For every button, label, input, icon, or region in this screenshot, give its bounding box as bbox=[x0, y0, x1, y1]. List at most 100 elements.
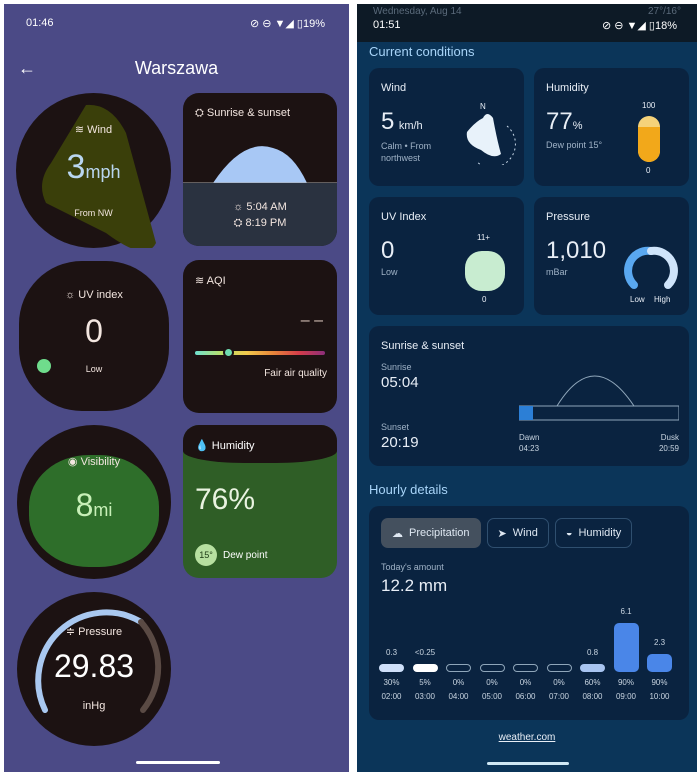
dawn: Dawn 04:23 bbox=[519, 432, 539, 454]
pressure-card[interactable]: Pressure 1,010 mBar Low High bbox=[534, 197, 689, 315]
wind-value: 3mph bbox=[16, 148, 171, 187]
precip-chance-label: 90% bbox=[651, 678, 668, 687]
sun-path-chart bbox=[519, 375, 679, 421]
aqi-indicator bbox=[223, 347, 234, 358]
precip-chance-label: 90% bbox=[617, 678, 634, 687]
sun-title: ⛭ Sunrise & sunset bbox=[195, 107, 290, 120]
aqi-tile[interactable]: ≋ AQI – – Fair air quality bbox=[183, 260, 337, 413]
humidity-title: 💧 Humidity bbox=[195, 439, 255, 452]
pressure-value: 1,010 bbox=[546, 237, 607, 264]
source-link[interactable]: weather.com bbox=[357, 732, 697, 743]
wind-desc: Calm • From northwest bbox=[381, 140, 431, 164]
uv-value: 0 bbox=[381, 237, 395, 264]
visibility-unit: mi bbox=[93, 500, 113, 520]
precip-bar bbox=[479, 664, 505, 672]
visibility-label: Visibility bbox=[80, 456, 121, 468]
uv-title: ☼ UV index bbox=[65, 289, 123, 301]
wind-icon: ≋ bbox=[74, 124, 88, 136]
humidity-tile[interactable]: 💧 Humidity 76% 15° Dew point bbox=[183, 425, 337, 578]
precip-amount-label: 0.3 bbox=[385, 648, 398, 657]
tab-label: Wind bbox=[512, 527, 538, 539]
dawn-time: 04:23 bbox=[519, 444, 540, 453]
hour-label: 03:00 bbox=[414, 692, 436, 701]
visibility-tile[interactable]: ◉ Visibility 8mi bbox=[17, 425, 171, 579]
hourly-card: ☁ Precipitation ➤ Wind ◒ Humidity Today's a… bbox=[369, 506, 689, 720]
visibility-number: 8 bbox=[75, 487, 94, 523]
hour-label: 04:00 bbox=[448, 692, 469, 701]
humidity-value: 77% bbox=[546, 108, 582, 136]
precip-bar bbox=[412, 664, 438, 672]
sunrise-time: 05:04 bbox=[381, 374, 419, 391]
pressure-low-label: Low bbox=[630, 295, 645, 304]
pressure-value: 29.83 bbox=[53, 648, 135, 684]
wind-speed: 3 bbox=[66, 148, 86, 186]
hourly-tabs: ☁ Precipitation ➤ Wind ◒ Humidity bbox=[381, 518, 633, 548]
precip-chance-label: 5% bbox=[419, 678, 431, 687]
home-indicator[interactable] bbox=[136, 761, 220, 764]
sunrise-sunset-card[interactable]: Sunrise & sunset Sunrise 05:04 Sunset 20… bbox=[369, 326, 689, 466]
pressure-title: ≑ Pressure bbox=[17, 625, 171, 638]
precip-chance-label: 30% bbox=[383, 678, 400, 687]
wind-label-text: Wind bbox=[87, 124, 113, 136]
precip-bar bbox=[580, 664, 605, 672]
pressure-high-label: High bbox=[654, 295, 671, 304]
sunset-time: ⛭ 8:19 PM bbox=[233, 217, 287, 229]
precip-amount-label: 2.3 bbox=[653, 637, 666, 647]
uv-index-tile[interactable]: ☼ UV index 0 Low bbox=[19, 261, 169, 411]
battery-text: 18% bbox=[654, 20, 677, 32]
tab-wind[interactable]: ➤ Wind bbox=[486, 518, 549, 548]
status-battery: ⊘ ⊖ ▼◢ ▯18% bbox=[601, 20, 677, 32]
battery-text: 19% bbox=[302, 18, 325, 30]
sunrise-sunset-tile[interactable]: ⛭ Sunrise & sunset ☼ 5:04 AM ⛭ 8:19 PM bbox=[183, 93, 337, 246]
status-time: 01:51 bbox=[373, 19, 401, 31]
precip-bar bbox=[546, 664, 572, 672]
humidity-card[interactable]: Humidity 77% Dew point 15° 100 0 bbox=[534, 68, 689, 186]
wind-label: Wind bbox=[381, 82, 407, 94]
humidity-max: 100 bbox=[642, 101, 656, 110]
hour-label: 06:00 bbox=[515, 692, 536, 701]
sunrise-label: Sunrise bbox=[381, 362, 412, 372]
uv-label: UV Index bbox=[381, 211, 427, 223]
status-temps: 27°/16° bbox=[647, 6, 681, 17]
wind-label: ≋ Wind bbox=[16, 123, 171, 136]
status-time: 01:46 bbox=[26, 17, 54, 29]
hour-label: 07:00 bbox=[548, 692, 570, 701]
dusk: Dusk 20:59 bbox=[659, 432, 679, 454]
precip-bar bbox=[446, 664, 471, 672]
tab-precipitation[interactable]: ☁ Precipitation bbox=[381, 518, 481, 548]
pressure-label: Pressure bbox=[78, 626, 123, 638]
dew-point: Dew point 15° bbox=[546, 140, 603, 150]
pressure-label: Pressure bbox=[546, 211, 591, 223]
hour-label: 05:00 bbox=[481, 692, 503, 701]
tab-humidity[interactable]: ◒ Humidity bbox=[554, 518, 633, 548]
droplet-icon: 💧 bbox=[195, 440, 209, 452]
aqi-label: AQI bbox=[206, 275, 226, 287]
precip-amount-label: 6.1 bbox=[620, 607, 632, 617]
wind-direction-icon bbox=[466, 114, 516, 165]
sunrise-text: 5:04 AM bbox=[246, 201, 287, 213]
precip-chance-label: 0% bbox=[553, 678, 565, 687]
pressure-tile[interactable]: ≑ Pressure 29.83 inHg bbox=[17, 592, 171, 746]
uv-indicator-dot bbox=[37, 359, 51, 373]
uv-label: UV index bbox=[78, 289, 123, 301]
wind-tile[interactable]: ≋ Wind 3mph From NW bbox=[16, 93, 171, 248]
home-indicator[interactable] bbox=[487, 762, 569, 765]
precip-bar bbox=[513, 664, 538, 672]
hour-label: 10:00 bbox=[649, 692, 670, 701]
precip-amount-label: 0.8 bbox=[586, 648, 599, 657]
precip-chance-label: 0% bbox=[519, 678, 532, 687]
wind-desc-1: Calm • From bbox=[381, 141, 432, 151]
uv-index-card[interactable]: UV Index 0 Low 11+ 0 bbox=[369, 197, 524, 315]
dusk-label: Dusk bbox=[660, 433, 679, 442]
aqi-scale-bar bbox=[195, 351, 325, 355]
precip-chance-label: 60% bbox=[584, 678, 601, 687]
dew-point-badge: 15° bbox=[195, 544, 217, 566]
hour-label: 09:00 bbox=[615, 692, 637, 701]
right-phone-screen: Wednesday, Aug 14 27°/16° 01:51 ⊘ ⊖ ▼◢ ▯… bbox=[357, 4, 697, 772]
aqi-desc: Fair air quality bbox=[264, 368, 327, 379]
tab-label: Humidity bbox=[578, 527, 622, 539]
wind-card[interactable]: Wind 5 km/h Calm • From northwest N bbox=[369, 68, 524, 186]
humidity-unit: % bbox=[572, 120, 583, 132]
aqi-title: ≋ AQI bbox=[195, 275, 226, 287]
humidity-gauge bbox=[638, 116, 660, 162]
